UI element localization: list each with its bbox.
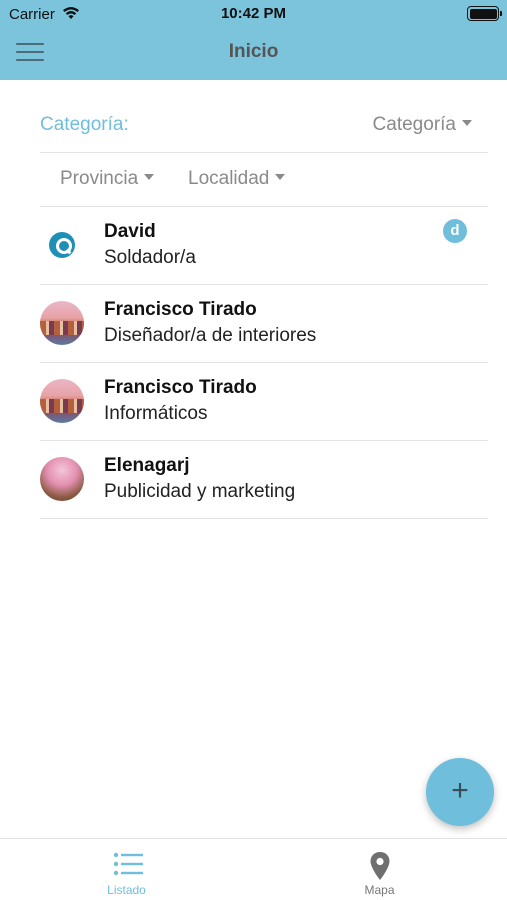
province-dropdown-label: Provincia — [60, 168, 139, 189]
page-title: Inicio — [228, 41, 279, 62]
battery-fill — [469, 8, 497, 19]
tab-listado[interactable]: Listado — [0, 839, 253, 900]
item-name: David — [104, 221, 156, 242]
battery-tip — [500, 11, 502, 16]
nails-photo-avatar — [40, 457, 84, 501]
professionals-list: David Soldador/a d Francisco Tirado Dise… — [40, 207, 488, 519]
item-name: Francisco Tirado — [104, 299, 257, 320]
item-name: Elenagarj — [104, 455, 190, 476]
tab-bar: Listado Mapa — [0, 838, 507, 900]
list-item[interactable]: Francisco Tirado Diseñador/a de interior… — [40, 285, 488, 363]
caret-down-icon — [144, 174, 155, 180]
locality-dropdown[interactable]: Localidad — [188, 168, 286, 190]
clock: 10:42 PM — [220, 5, 287, 22]
category-dropdown[interactable]: Categoría — [373, 114, 472, 136]
magnifier-icon — [49, 232, 75, 258]
caret-down-icon — [462, 120, 472, 126]
caret-down-icon — [275, 174, 286, 180]
map-pin-icon — [370, 852, 390, 880]
category-label: Categoría: — [40, 114, 129, 135]
city-photo-avatar — [40, 379, 84, 423]
item-name: Francisco Tirado — [104, 377, 257, 398]
province-dropdown[interactable]: Provincia — [60, 168, 155, 190]
list-icon — [113, 852, 143, 876]
item-subtitle: Informáticos — [104, 403, 208, 424]
status-bar: Carrier 10:42 PM — [0, 0, 507, 28]
locality-dropdown-label: Localidad — [188, 168, 270, 189]
status-badge: d — [443, 219, 467, 243]
category-filter-row: Categoría: Categoría — [40, 100, 488, 153]
battery-icon — [467, 6, 502, 21]
list-item[interactable]: Francisco Tirado Informáticos — [40, 363, 488, 441]
navigation-bar: Carrier 10:42 PM Inicio — [0, 0, 507, 80]
tab-mapa[interactable]: Mapa — [253, 839, 506, 900]
city-photo-avatar — [40, 301, 84, 345]
add-button[interactable]: + — [426, 758, 494, 826]
item-subtitle: Publicidad y marketing — [104, 481, 296, 502]
list-item[interactable]: Elenagarj Publicidad y marketing — [40, 441, 488, 519]
item-subtitle: Diseñador/a de interiores — [104, 325, 317, 346]
category-dropdown-label: Categoría — [372, 114, 456, 135]
tab-listado-label: Listado — [107, 883, 146, 897]
item-subtitle: Soldador/a — [104, 247, 196, 268]
list-item[interactable]: David Soldador/a d — [40, 207, 488, 285]
tab-mapa-label: Mapa — [364, 883, 395, 897]
location-filter-row: Provincia Localidad — [40, 153, 488, 207]
logo-avatar — [40, 223, 84, 267]
